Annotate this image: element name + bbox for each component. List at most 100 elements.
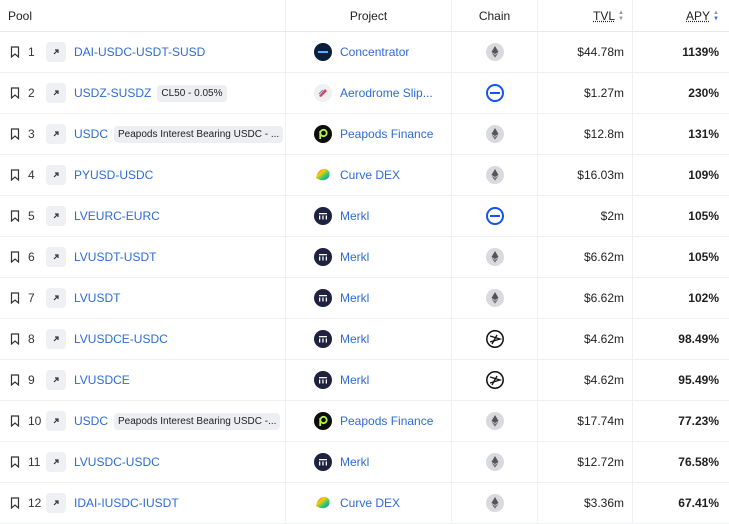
project-cell: Curve DEX [286,155,452,195]
ethereum-icon[interactable] [485,43,504,61]
bookmark-icon[interactable] [10,497,20,509]
table-row[interactable]: 10 USDC Peapods Interest Bearing USDC -.… [0,401,729,442]
table-row[interactable]: 12 IDAI-IUSDC-IUSDT Curve DEX $3.36m 67.… [0,483,729,524]
pool-cell: 1 DAI-USDC-USDT-SUSD [0,32,286,72]
pool-link[interactable]: USDC [74,127,108,141]
base-icon[interactable] [485,84,504,102]
external-link-icon[interactable] [46,452,66,472]
table-row[interactable]: 9 LVUSDCE Merkl $4.62m 95.49% [0,360,729,401]
tvl-column-header[interactable]: TVL ▲ ▼ [538,0,633,31]
bookmark-icon[interactable] [10,169,20,181]
chain-cell [452,442,538,482]
project-link[interactable]: Merkl [340,291,369,305]
project-cell: Merkl [286,360,452,400]
ethereum-icon[interactable] [485,166,504,184]
base-icon[interactable] [485,207,504,225]
curve-icon [314,166,332,184]
pool-rank: 6 [28,250,35,264]
bookmark-icon[interactable] [10,210,20,222]
bookmark-icon[interactable] [10,333,20,345]
project-cell: Curve DEX [286,483,452,523]
bookmark-icon[interactable] [10,456,20,468]
pool-link[interactable]: LVUSDT [74,291,120,305]
external-link-icon[interactable] [46,288,66,308]
pool-link[interactable]: LVUSDCE [74,373,130,387]
external-link-icon[interactable] [46,165,66,185]
pool-link[interactable]: LVEURC-EURC [74,209,160,223]
pool-rank: 5 [28,209,35,223]
chain-cell [452,196,538,236]
bookmark-icon[interactable] [10,251,20,263]
concentrator-icon [314,43,332,61]
table-row[interactable]: 11 LVUSDC-USDC Merkl $12.72m 76.58% [0,442,729,483]
pool-link[interactable]: LVUSDT-USDT [74,250,156,264]
chain-cell [452,483,538,523]
project-cell: Merkl [286,442,452,482]
project-link[interactable]: Merkl [340,455,369,469]
bookmark-icon[interactable] [10,128,20,140]
bookmark-icon[interactable] [10,46,20,58]
external-link-icon[interactable] [46,42,66,62]
pool-column-header: Pool [0,0,286,31]
external-link-icon[interactable] [46,247,66,267]
apy-value: 105% [688,250,719,264]
pool-cell: 6 LVUSDT-USDT [0,237,286,277]
pool-meta-badge: Peapods Interest Bearing USDC - ... [114,125,284,143]
external-link-icon[interactable] [46,329,66,349]
project-link[interactable]: Merkl [340,250,369,264]
table-row[interactable]: 4 PYUSD-USDC Curve DEX $16.03m 109% [0,155,729,196]
external-link-icon[interactable] [46,206,66,226]
ethereum-icon[interactable] [485,453,504,471]
pool-meta-badge: CL50 - 0.05% [157,84,227,102]
pool-link[interactable]: PYUSD-USDC [74,168,153,182]
pool-link[interactable]: LVUSDC-USDC [74,455,160,469]
table-row[interactable]: 6 LVUSDT-USDT Merkl $6.62m 105% [0,237,729,278]
merkl-icon [314,289,332,307]
table-row[interactable]: 5 LVEURC-EURC Merkl $2m 105% [0,196,729,237]
sort-icon[interactable]: ▲ ▼ [713,10,719,22]
table-row[interactable]: 8 LVUSDCE-USDC Merkl $4.62m 98.49% [0,319,729,360]
apy-value: 102% [688,291,719,305]
arbitrum-icon[interactable] [485,371,504,389]
project-link[interactable]: Curve DEX [340,496,400,510]
ethereum-icon[interactable] [485,125,504,143]
bookmark-icon[interactable] [10,87,20,99]
pool-rank: 9 [28,373,35,387]
ethereum-icon[interactable] [485,289,504,307]
pool-link[interactable]: IDAI-IUSDC-IUSDT [74,496,179,510]
external-link-icon[interactable] [46,493,66,513]
external-link-icon[interactable] [46,83,66,103]
pool-link[interactable]: USDZ-SUSDZ [74,86,151,100]
project-link[interactable]: Merkl [340,209,369,223]
external-link-icon[interactable] [46,411,66,431]
table-row[interactable]: 7 LVUSDT Merkl $6.62m 102% [0,278,729,319]
project-link[interactable]: Peapods Finance [340,127,433,141]
project-link[interactable]: Peapods Finance [340,414,433,428]
pool-rank: 1 [28,45,35,59]
bookmark-icon[interactable] [10,292,20,304]
bookmark-icon[interactable] [10,374,20,386]
pool-rank: 4 [28,168,35,182]
ethereum-icon[interactable] [485,412,504,430]
pool-link[interactable]: LVUSDCE-USDC [74,332,168,346]
project-link[interactable]: Concentrator [340,45,409,59]
project-link[interactable]: Merkl [340,373,369,387]
sort-icon[interactable]: ▲ ▼ [618,10,624,22]
external-link-icon[interactable] [46,124,66,144]
project-link[interactable]: Merkl [340,332,369,346]
table-row[interactable]: 1 DAI-USDC-USDT-SUSD Concentrator $44.78… [0,32,729,73]
table-row[interactable]: 3 USDC Peapods Interest Bearing USDC - .… [0,114,729,155]
ethereum-icon[interactable] [485,248,504,266]
pool-cell: 3 USDC Peapods Interest Bearing USDC - .… [0,114,286,154]
apy-column-header[interactable]: APY ▲ ▼ [633,0,729,31]
project-link[interactable]: Aerodrome Slip... [340,86,433,100]
chain-cell [452,278,538,318]
arbitrum-icon[interactable] [485,330,504,348]
ethereum-icon[interactable] [485,494,504,512]
table-row[interactable]: 2 USDZ-SUSDZ CL50 - 0.05% Aerodrome Slip… [0,73,729,114]
pool-link[interactable]: USDC [74,414,108,428]
pool-link[interactable]: DAI-USDC-USDT-SUSD [74,45,205,59]
external-link-icon[interactable] [46,370,66,390]
bookmark-icon[interactable] [10,415,20,427]
project-link[interactable]: Curve DEX [340,168,400,182]
